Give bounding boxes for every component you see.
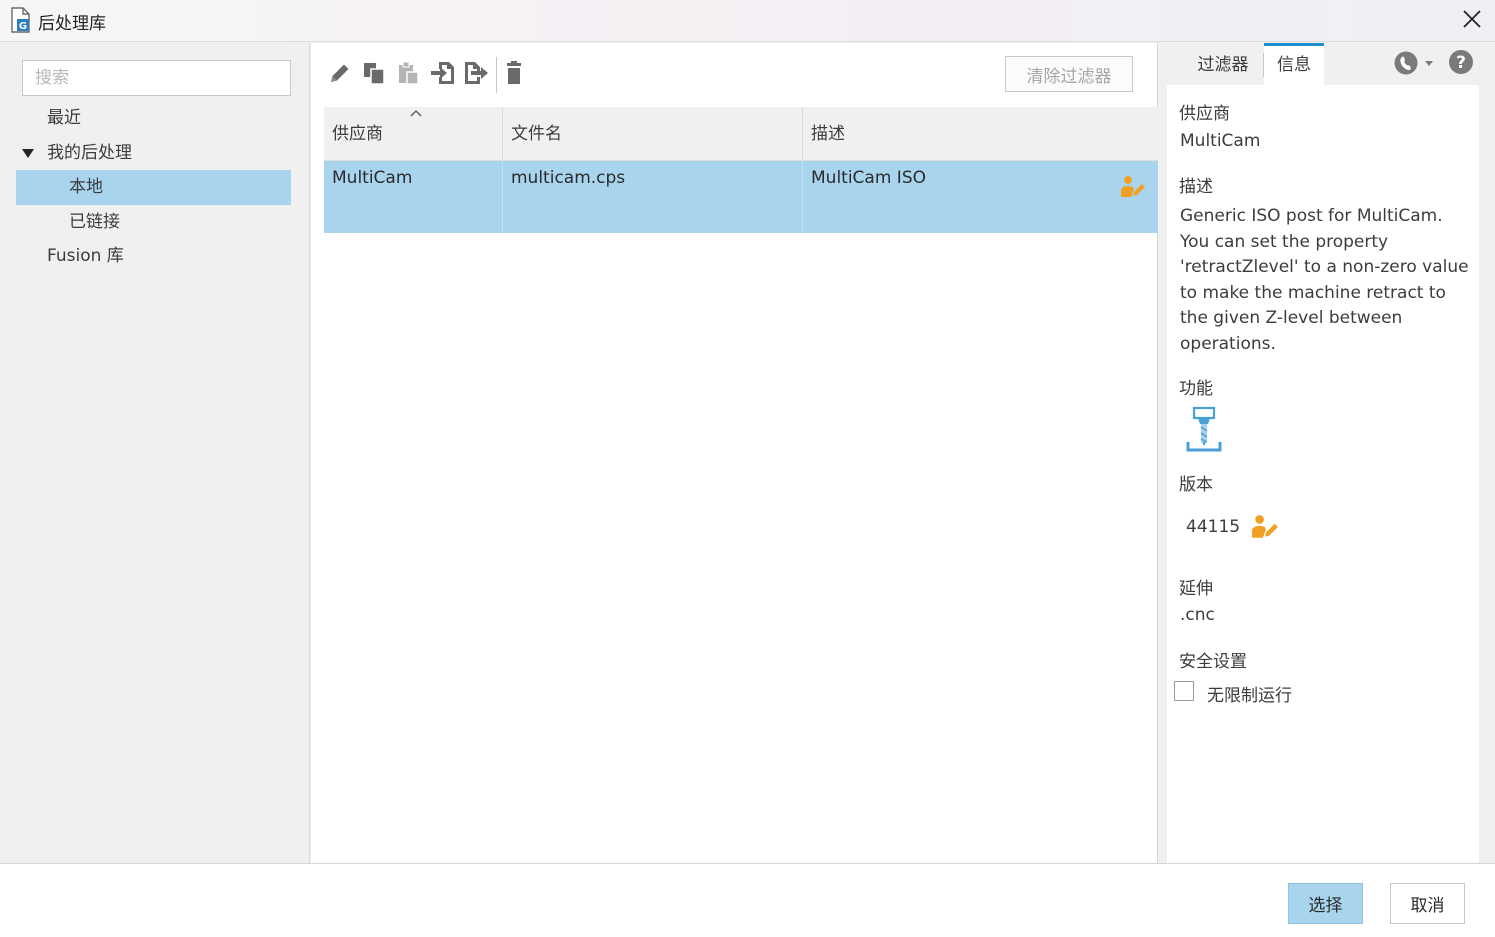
title-bar: G 后处理库 [0,0,1495,42]
cell-description: MultiCam ISO [811,168,926,188]
extension-label: 延伸 [1179,579,1213,599]
unrestricted-label[interactable]: 无限制运行 [1207,681,1292,706]
post-list-pane: 清除过滤器 供应商 文件名 描述 MultiCam multicam.cps M… [311,43,1158,863]
milling-capability-icon [1184,406,1224,456]
extension-value: .cnc [1180,605,1215,625]
user-edit-icon [1251,514,1279,540]
details-pane: 过滤器 信息 ? 供应商 MultiCam 描述 Generic ISO pos… [1159,43,1495,863]
svg-text:G: G [19,21,27,32]
import-icon[interactable] [429,59,457,87]
library-tree: 最近我的后处理本地已链接 Fusion 库 [16,101,291,274]
edit-pencil-icon[interactable] [326,59,354,87]
cell-vendor: MultiCam [324,161,503,233]
tree-item-label: 最近 [47,108,81,128]
description-value: Generic ISO post for MultiCam. You can s… [1180,206,1469,354]
table-row[interactable]: MultiCam multicam.cps MultiCam ISO [324,161,1158,233]
window-title: 后处理库 [38,14,106,34]
tree-item[interactable]: 最近 [16,101,291,136]
help-icon[interactable]: ? [1448,49,1474,75]
tree-item[interactable]: 已链接 [16,205,291,240]
tab-info[interactable]: 信息 [1264,43,1324,85]
tab-filter[interactable]: 过滤器 [1183,43,1263,85]
select-button[interactable]: 选择 [1288,883,1363,924]
library-tree-pane: 最近我的后处理本地已链接 Fusion 库 [0,43,310,863]
close-icon[interactable] [1459,6,1485,32]
column-header-filename[interactable]: 文件名 [503,107,803,161]
tree-item-label: Fusion 库 [47,246,124,266]
info-panel: 供应商 MultiCam 描述 Generic ISO post for Mul… [1167,85,1479,863]
description-label: 描述 [1179,177,1213,197]
table-header: 供应商 文件名 描述 [324,107,1158,161]
support-phone-icon[interactable] [1394,50,1434,76]
security-label: 安全设置 [1179,652,1247,672]
search-input[interactable] [22,60,291,96]
tree-item-label: 已链接 [69,211,120,232]
expand-caret-icon[interactable] [22,148,34,158]
user-edit-icon [1120,175,1146,199]
tree-item-label: 本地 [69,177,103,197]
post-library-file-icon: G [10,7,32,33]
export-icon[interactable] [462,59,490,87]
paste-icon[interactable] [394,59,422,87]
copy-icon[interactable] [360,59,388,87]
version-value: 44115 [1186,517,1241,537]
toolbar: 清除过滤器 [311,43,1158,107]
cancel-button[interactable]: 取消 [1390,883,1465,924]
unrestricted-checkbox[interactable] [1174,681,1194,701]
toolbar-separator [496,57,497,93]
column-header-description[interactable]: 描述 [803,107,1158,161]
clear-filter-button[interactable]: 清除过滤器 [1005,56,1133,92]
vendor-label: 供应商 [1179,104,1230,124]
cell-filename: multicam.cps [503,161,803,233]
delete-trash-icon[interactable] [500,59,528,87]
tree-item[interactable]: 本地 [16,170,291,205]
tree-item-label: 我的后处理 [47,142,132,163]
capability-label: 功能 [1179,379,1213,399]
vendor-value: MultiCam [1180,131,1261,151]
version-label: 版本 [1179,475,1213,495]
dialog-footer: 选择 取消 [0,863,1495,937]
tree-item[interactable]: 我的后处理 [16,136,291,171]
svg-text:?: ? [1456,53,1466,73]
tree-item[interactable]: Fusion 库 [16,239,291,274]
post-table: 供应商 文件名 描述 MultiCam multicam.cps MultiCa… [324,107,1158,233]
column-header-vendor[interactable]: 供应商 [324,107,503,161]
